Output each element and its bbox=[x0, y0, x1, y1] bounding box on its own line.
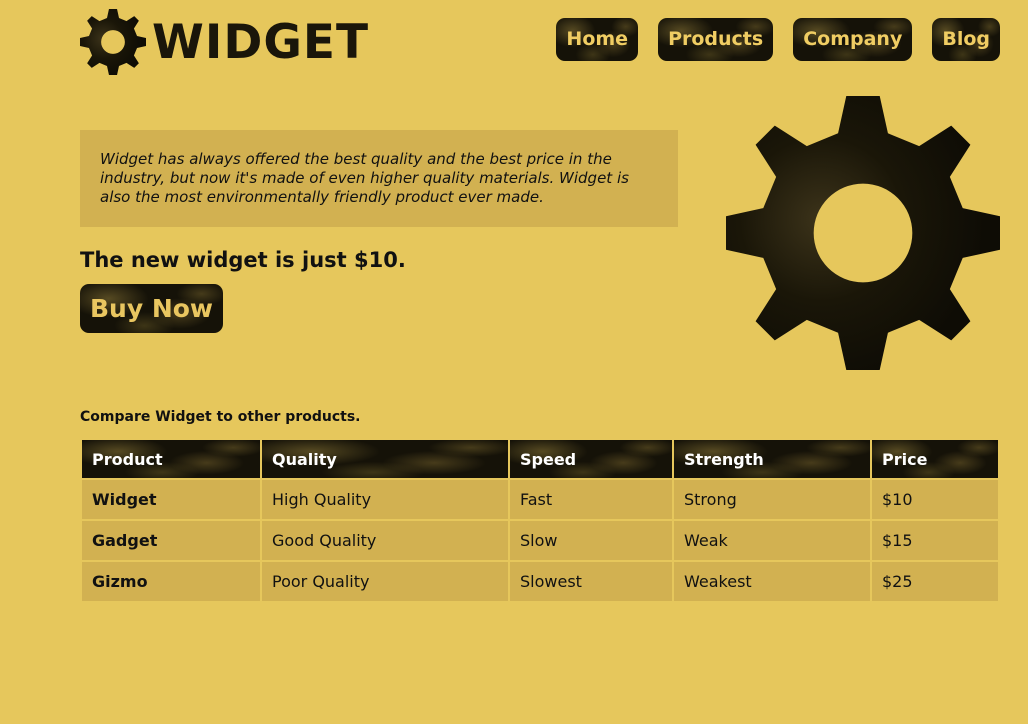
compare-heading: Compare Widget to other products. bbox=[80, 409, 361, 425]
cell-product: Widget bbox=[82, 480, 260, 519]
intro-text: Widget has always offered the best quali… bbox=[100, 150, 629, 206]
table-row: Gadget Good Quality Slow Weak $15 bbox=[82, 521, 998, 560]
cell-quality: Good Quality bbox=[262, 521, 508, 560]
price-headline: The new widget is just $10. bbox=[80, 248, 406, 272]
column-header-price: Price bbox=[872, 440, 998, 478]
buy-now-button[interactable]: Buy Now bbox=[80, 284, 223, 333]
cell-speed: Slowest bbox=[510, 562, 672, 601]
cell-product: Gizmo bbox=[82, 562, 260, 601]
gear-icon bbox=[726, 96, 1000, 370]
cell-strength: Weakest bbox=[674, 562, 870, 601]
table-row: Widget High Quality Fast Strong $10 bbox=[82, 480, 998, 519]
nav-home[interactable]: Home bbox=[556, 18, 638, 61]
table-row: Gizmo Poor Quality Slowest Weakest $25 bbox=[82, 562, 998, 601]
cell-price: $10 bbox=[872, 480, 998, 519]
cell-product: Gadget bbox=[82, 521, 260, 560]
logo-text: WIDGET bbox=[152, 14, 370, 70]
cell-price: $25 bbox=[872, 562, 998, 601]
nav-company[interactable]: Company bbox=[793, 18, 912, 61]
gear-icon bbox=[80, 9, 146, 75]
column-header-speed: Speed bbox=[510, 440, 672, 478]
cell-speed: Fast bbox=[510, 480, 672, 519]
cell-strength: Weak bbox=[674, 521, 870, 560]
comparison-table: Product Quality Speed Strength Price Wid… bbox=[80, 438, 1000, 603]
cell-speed: Slow bbox=[510, 521, 672, 560]
column-header-strength: Strength bbox=[674, 440, 870, 478]
cell-strength: Strong bbox=[674, 480, 870, 519]
nav-products[interactable]: Products bbox=[658, 18, 773, 61]
logo[interactable]: WIDGET bbox=[80, 8, 369, 76]
column-header-quality: Quality bbox=[262, 440, 508, 478]
cell-price: $15 bbox=[872, 521, 998, 560]
column-header-product: Product bbox=[82, 440, 260, 478]
nav-blog[interactable]: Blog bbox=[932, 18, 1000, 61]
cell-quality: High Quality bbox=[262, 480, 508, 519]
main-nav: Home Products Company Blog bbox=[536, 18, 1000, 61]
intro-box: Widget has always offered the best quali… bbox=[80, 130, 678, 227]
table-header-row: Product Quality Speed Strength Price bbox=[82, 440, 998, 478]
cell-quality: Poor Quality bbox=[262, 562, 508, 601]
